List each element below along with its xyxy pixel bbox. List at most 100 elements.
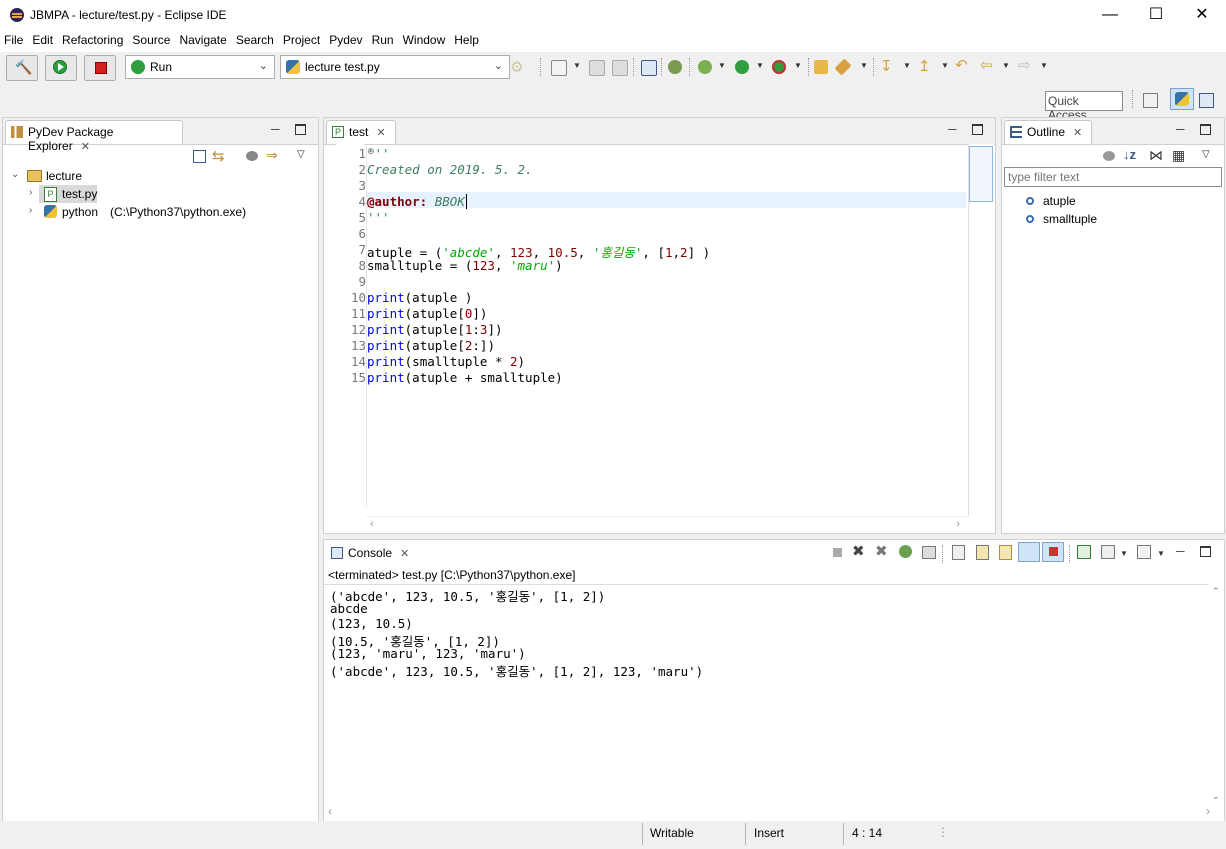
build-button[interactable]: 🔨: [6, 55, 38, 81]
scroll-right-icon[interactable]: ›: [1206, 804, 1210, 818]
open-perspective-icon[interactable]: [1143, 93, 1158, 108]
forward-icon[interactable]: ⇨: [1018, 56, 1032, 74]
chevron-down-icon[interactable]: ⌄: [11, 169, 19, 180]
minimize-icon[interactable]: ─: [1176, 122, 1185, 136]
save-all-icon[interactable]: [612, 60, 628, 76]
console-icon[interactable]: [641, 60, 657, 76]
back-icon[interactable]: ⇦: [980, 56, 994, 74]
open-console-icon[interactable]: [1077, 545, 1091, 559]
dropdown-arrow-icon[interactable]: ▼: [1040, 61, 1048, 70]
run-icon[interactable]: [735, 60, 749, 74]
menu-search[interactable]: Search: [232, 30, 279, 47]
menu-navigate[interactable]: Navigate: [175, 30, 231, 47]
terminate-icon[interactable]: [833, 548, 842, 557]
save-icon[interactable]: [589, 60, 605, 76]
minimize-icon[interactable]: ─: [1176, 544, 1185, 558]
console-output[interactable]: ('abcde', 123, 10.5, '홍길동', [1, 2]) abcd…: [324, 584, 1208, 805]
view-menu-icon[interactable]: ▽: [297, 149, 305, 160]
close-icon[interactable]: ✕: [376, 127, 385, 139]
dropdown-arrow-icon[interactable]: ▼: [860, 61, 868, 70]
menu-window[interactable]: Window: [399, 30, 451, 47]
tree-file-test-py[interactable]: › P test.py: [9, 185, 309, 204]
menu-source[interactable]: Source: [128, 30, 175, 47]
dropdown-arrow-icon[interactable]: ▼: [1120, 549, 1128, 558]
gear-icon[interactable]: ⚙: [510, 58, 523, 76]
debug-perspective-icon[interactable]: [1199, 93, 1214, 108]
display-console-icon[interactable]: [1101, 545, 1115, 559]
remove-launch-icon[interactable]: ✖: [852, 542, 865, 560]
outline-item[interactable]: smalltuple: [1026, 211, 1216, 229]
close-button[interactable]: ✕: [1179, 0, 1225, 30]
sort-icon[interactable]: ↓z: [1123, 147, 1136, 162]
open-folder-icon[interactable]: [814, 60, 828, 74]
clear-console-icon[interactable]: [952, 545, 965, 560]
tab-test[interactable]: P test ✕: [326, 120, 396, 144]
tab-outline[interactable]: Outline ✕: [1004, 120, 1092, 144]
tree-interpreter-python[interactable]: › python (C:\Python37\python.exe): [9, 204, 309, 222]
tab-package-explorer[interactable]: PyDev Package Explorer ✕: [5, 120, 183, 153]
maximize-icon[interactable]: [972, 124, 983, 135]
maximize-icon[interactable]: [1200, 546, 1211, 557]
dropdown-arrow-icon[interactable]: ▼: [1002, 61, 1010, 70]
new-icon[interactable]: [551, 60, 567, 76]
tree-project-lecture[interactable]: ⌄ lecture: [9, 168, 309, 186]
dropdown-arrow-icon[interactable]: ▼: [1157, 549, 1165, 558]
scroll-right-icon[interactable]: ›: [956, 518, 960, 530]
pin-icon[interactable]: [834, 58, 852, 76]
maximize-button[interactable]: ☐: [1133, 0, 1179, 30]
debug-icon[interactable]: [698, 60, 712, 74]
close-icon[interactable]: ✕: [400, 548, 409, 560]
filter-icon[interactable]: [246, 151, 258, 161]
run-button[interactable]: [45, 55, 77, 81]
minimize-button[interactable]: —: [1087, 0, 1133, 30]
run-pydev-icon[interactable]: [899, 545, 912, 558]
scroll-up-icon[interactable]: ⌃: [1212, 586, 1220, 597]
scroll-down-icon[interactable]: ⌄: [1212, 791, 1220, 802]
code-area[interactable]: ''' Created on 2019. 5. 2. @author: BBOK…: [366, 144, 967, 506]
minimize-icon[interactable]: ─: [271, 122, 280, 136]
filter-icon[interactable]: [1103, 151, 1115, 161]
previous-annotation-icon[interactable]: ↥: [918, 57, 932, 75]
view-menu-icon[interactable]: ▽: [1202, 149, 1210, 160]
editor-horizontal-scrollbar[interactable]: ‹ ›: [366, 516, 968, 533]
dropdown-arrow-icon[interactable]: ▼: [903, 61, 911, 70]
console-vertical-scrollbar[interactable]: ⌃ ⌄: [1208, 584, 1224, 804]
menu-edit[interactable]: Edit: [28, 30, 58, 47]
collapse-all-icon[interactable]: [193, 150, 206, 163]
dropdown-arrow-icon[interactable]: ▼: [794, 61, 802, 70]
pin-console-icon[interactable]: [922, 546, 936, 559]
scroll-left-icon[interactable]: ‹: [328, 804, 332, 818]
dropdown-arrow-icon[interactable]: ▼: [573, 61, 581, 70]
dropdown-arrow-icon[interactable]: ▼: [941, 61, 949, 70]
close-icon[interactable]: ✕: [1073, 127, 1082, 139]
new-console-icon[interactable]: [1137, 545, 1151, 559]
maximize-icon[interactable]: [295, 124, 306, 135]
scroll-left-icon[interactable]: ‹: [370, 518, 374, 530]
maximize-icon[interactable]: [1200, 124, 1211, 135]
menu-file[interactable]: File: [0, 30, 28, 47]
minimize-icon[interactable]: ─: [948, 122, 957, 136]
python-package-icon[interactable]: [668, 60, 682, 74]
menu-refactoring[interactable]: Refactoring: [58, 30, 128, 47]
menu-pydev[interactable]: Pydev: [325, 30, 367, 47]
console-horizontal-scrollbar[interactable]: ‹ ›: [324, 804, 1224, 820]
scroll-lock-icon[interactable]: [976, 545, 989, 560]
external-tools-icon[interactable]: [772, 60, 786, 74]
outline-filter-input[interactable]: [1004, 167, 1222, 187]
expand-all-icon[interactable]: ▦: [1172, 147, 1185, 164]
dropdown-arrow-icon[interactable]: ▼: [756, 61, 764, 70]
focus-icon[interactable]: ⇒: [266, 147, 278, 164]
dropdown-arrow-icon[interactable]: ▼: [718, 61, 726, 70]
stop-button[interactable]: [84, 55, 116, 81]
menu-help[interactable]: Help: [450, 30, 484, 47]
scroll-thumb[interactable]: [969, 146, 993, 202]
next-annotation-icon[interactable]: ↧: [880, 57, 894, 75]
link-editor-icon[interactable]: ⇆: [212, 147, 225, 165]
close-icon[interactable]: ✕: [81, 141, 90, 153]
menu-project[interactable]: Project: [279, 30, 325, 47]
menu-run[interactable]: Run: [368, 30, 399, 47]
quick-access-input[interactable]: Quick Access: [1045, 91, 1123, 122]
last-edit-icon[interactable]: ↶: [955, 56, 969, 74]
chevron-right-icon[interactable]: ›: [29, 187, 32, 198]
launch-target-select[interactable]: lecture test.py ⌄: [280, 55, 510, 79]
